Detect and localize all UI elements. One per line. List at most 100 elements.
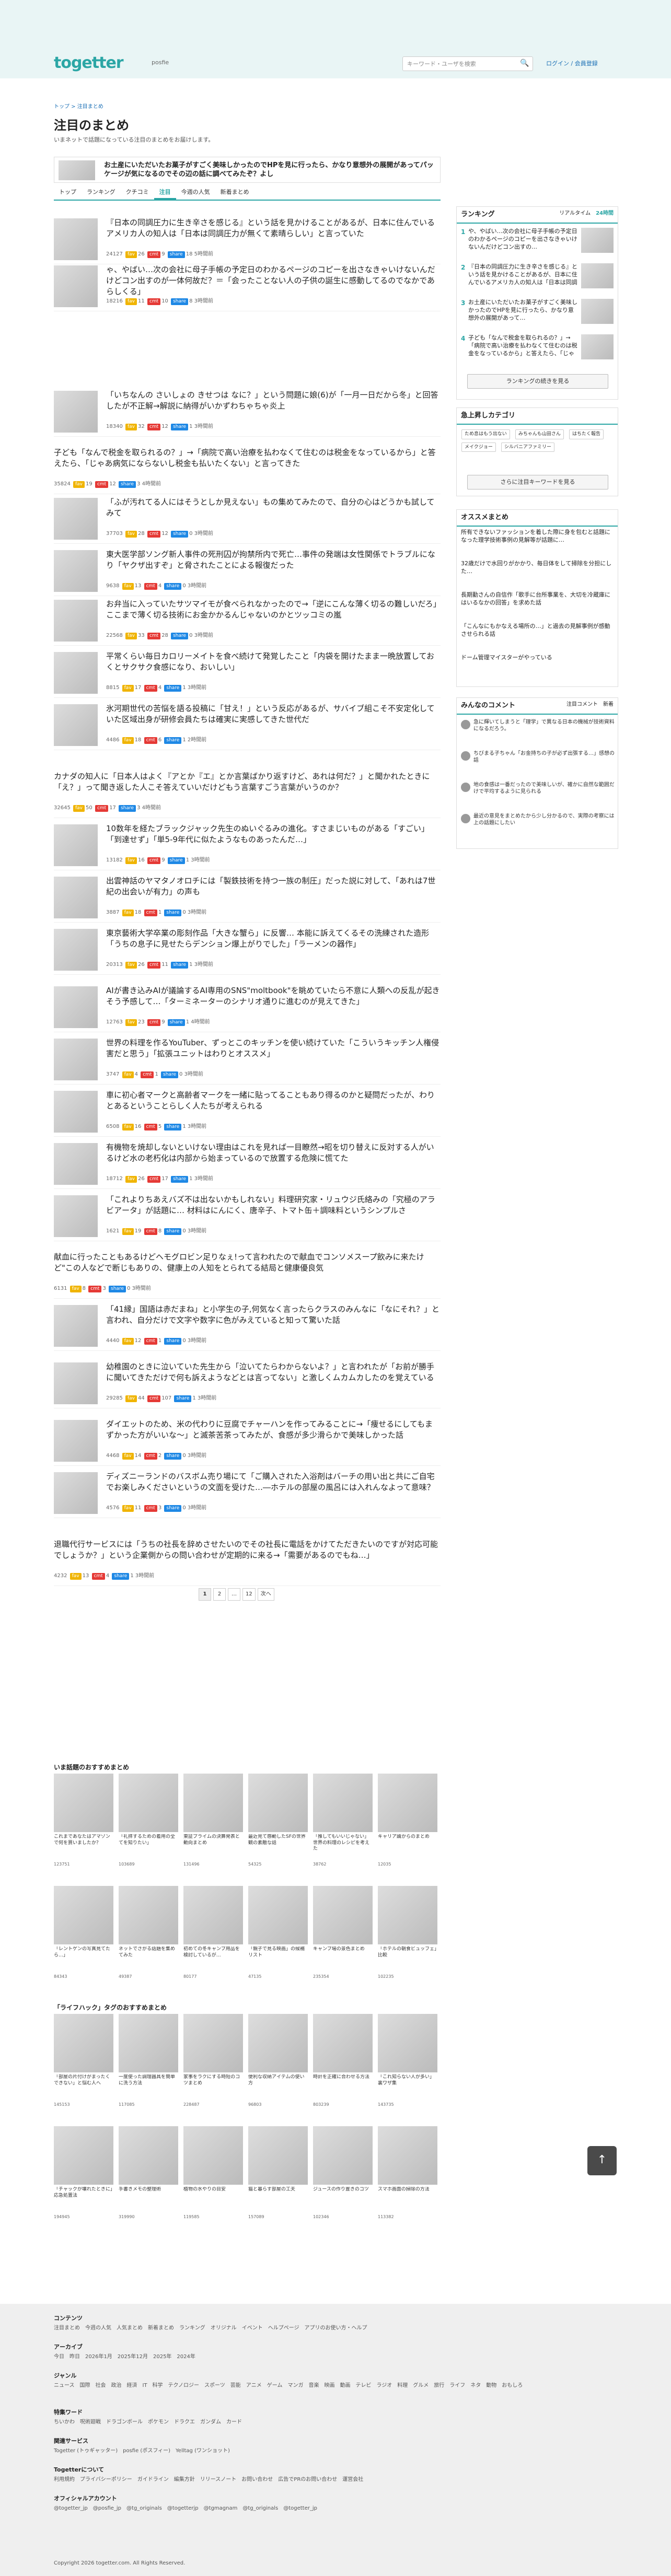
- ranking-item[interactable]: 3 お土産にいただいたお菓子がすごく美味しかったのでHPを見に行ったら、かなり意想…: [461, 299, 615, 330]
- tab-ranking[interactable]: ランキング: [82, 183, 121, 200]
- recommend-card[interactable]: 時計を正確に合わせる方法 803239: [313, 2014, 373, 2118]
- list-item[interactable]: 東大医学部ソング新人事件の死刑囚が拘禁所内で死亡…事件の発端は女性関係でトラブル…: [54, 546, 441, 596]
- recommend-card[interactable]: キャンプ場の景色まとめ 235354: [313, 1886, 373, 1990]
- list-item[interactable]: 「41縁」国語は赤だまね」と小学生の子,何気なく言ったらクラスのみんなに「なにそ…: [54, 1301, 441, 1351]
- item-title[interactable]: 有機物を焼却しないといけない理由はこれを見れば一目瞭然→昭を切り替えに反対する人…: [106, 1142, 441, 1174]
- ranking-more-button[interactable]: ランキングの続きを見る: [467, 374, 608, 389]
- card-image[interactable]: [183, 1886, 243, 1944]
- card-image[interactable]: [378, 2126, 437, 2185]
- item-title[interactable]: ダイエットのため、米の代わりに豆腐でチャーハンを作ってみることに→「痩せるにして…: [106, 1419, 441, 1451]
- card-image[interactable]: [248, 1774, 308, 1832]
- card-title[interactable]: 東証プライムの決算発表と動向まとめ: [183, 1834, 243, 1859]
- recommend-card[interactable]: 手書きメモの整理術 319990: [119, 2126, 178, 2231]
- recommend-card[interactable]: 東証プライムの決算発表と動向まとめ 131496: [183, 1774, 243, 1878]
- trend-more-button[interactable]: さらに注目キーワードを見る: [467, 475, 608, 489]
- comment-item[interactable]: 急に輝いてしまうと「理学」で異なる日本の機械が技術資料になるだろう。: [461, 719, 615, 740]
- item-title[interactable]: ゃ、やばい…次の会社に母子手帳の予定日のわかるページのコピーを出さなきゃいけない…: [106, 264, 441, 297]
- list-item[interactable]: 「ふが汚れてる人にはそうとしか見えない」もの集めてみたので、自分の心はどうかも試…: [54, 494, 441, 544]
- card-title[interactable]: 「親子で見る映画」の候補リスト: [248, 1946, 308, 1972]
- item-thumbnail[interactable]: [54, 498, 98, 540]
- item-title[interactable]: 退職代行サービスには「うちの社長を辞めさせたいのでその社長に電話をかけてただきた…: [54, 1539, 441, 1571]
- item-title[interactable]: 東京藝術大学卒業の彫刻作品「大きな蟹ら」に反響… 本能に訴えてくるその洗練された…: [106, 928, 441, 960]
- item-thumbnail[interactable]: [54, 652, 98, 694]
- recommend-card[interactable]: 「ホテルの朝食ビュッフェ」比較 102235: [378, 1886, 437, 1990]
- tab-new[interactable]: 新着まとめ: [215, 183, 254, 200]
- card-title[interactable]: 時計を正確に合わせる方法: [313, 2074, 373, 2100]
- search-input[interactable]: キーワード・ユーザを検索: [402, 56, 533, 71]
- card-title[interactable]: 「推してもいいじゃない」世界の料理のレシピを考えた: [313, 1834, 373, 1859]
- rank-title[interactable]: お土産にいただいたお菓子がすごく美味しかったのでHPを見に行ったら、かなり意想外…: [468, 299, 578, 322]
- search-icon[interactable]: 🔍: [520, 59, 529, 69]
- list-item[interactable]: 退職代行サービスには「うちの社長を辞めさせたいのでその社長に電話をかけてただきた…: [54, 1536, 441, 1586]
- card-image[interactable]: [313, 1774, 373, 1832]
- item-title[interactable]: 「ふが汚れてる人にはそうとしか見えない」もの集めてみたので、自分の心はどうかも試…: [106, 497, 441, 529]
- featured-banner[interactable]: お土産にいただいたお菓子がすごく美味しかったのでHPを見に行ったら、かなり意想外…: [54, 157, 441, 183]
- trend-chip[interactable]: ため息はもう出ない: [461, 429, 510, 439]
- card-image[interactable]: [313, 2014, 373, 2072]
- list-item[interactable]: 10数年を経たブラックジャック先生のぬいぐるみの進化。すさまじいものがある「すご…: [54, 820, 441, 870]
- comment-item[interactable]: 最近の意見をまとめたから少し分かるので、実際の考察には上の話題にしたい: [461, 813, 615, 834]
- item-title[interactable]: 氷河期世代の苦悩を語る投稿に「甘え！」という反応があるが、サバイブ組こそ不安定化…: [106, 703, 441, 736]
- ranking-item[interactable]: 2 『日本の同調圧力に生き辛さを感じる』という話を見かけることがあるが、日本に住ん…: [461, 263, 615, 295]
- card-image[interactable]: [183, 2126, 243, 2185]
- item-title[interactable]: カナダの知人に「日本人はよく『アとか『エ』とか言葉ばかり返すけど、あれは何だ？」…: [54, 771, 441, 803]
- recommend-card[interactable]: 便利な収納アイテムの使い方 96803: [248, 2014, 308, 2118]
- list-item[interactable]: ディズニーランドのバスボム売り場にて「ご購入された入浴剤はバーチの用い出と共にご…: [54, 1468, 441, 1518]
- item-thumbnail[interactable]: [54, 877, 98, 918]
- osusume-item[interactable]: ドーム管理マイスターがやっている: [461, 654, 615, 662]
- rank-title[interactable]: 子ども「なんで税金を取られるの？」→「病院で高い治療を払わなくて住むのは税金をな…: [468, 334, 578, 357]
- card-image[interactable]: [248, 2126, 308, 2185]
- trend-chip[interactable]: メイクジョー: [461, 442, 496, 452]
- list-item[interactable]: 「いちなんの さいしょの きせつは なに？」という問題に娘(6)が「一月一日だか…: [54, 387, 441, 437]
- card-image[interactable]: [54, 2126, 113, 2185]
- item-thumbnail[interactable]: [54, 600, 98, 642]
- page-1[interactable]: 1: [199, 1588, 211, 1601]
- card-title[interactable]: 「これ知らない人が多い」裏ワザ集: [378, 2074, 437, 2100]
- osusume-item[interactable]: 32歳だけで水回りがかかり、毎日体をして掃除を分担にした…: [461, 560, 615, 576]
- card-title[interactable]: キャリア論からのまとめ: [378, 1834, 437, 1859]
- card-image[interactable]: [378, 1886, 437, 1944]
- featured-title[interactable]: お土産にいただいたお菓子がすごく美味しかったのでHPを見に行ったら、かなり意想外…: [104, 161, 438, 180]
- item-thumbnail[interactable]: [54, 1362, 98, 1404]
- trend-chip[interactable]: はちたく報告: [569, 429, 604, 439]
- recommend-card[interactable]: スマホ画面の掃除の方法 113382: [378, 2126, 437, 2231]
- list-item[interactable]: 幼稚園のときに泣いていた先生から「泣いてたらわからないよ？」と言われたが「お前が…: [54, 1358, 441, 1408]
- item-thumbnail[interactable]: [54, 391, 98, 433]
- card-image[interactable]: [313, 2126, 373, 2185]
- card-image[interactable]: [119, 2014, 178, 2072]
- item-thumbnail[interactable]: [54, 218, 98, 260]
- list-item[interactable]: 有機物を焼却しないといけない理由はこれを見れば一目瞭然→昭を切り替えに反対する人…: [54, 1139, 441, 1189]
- rank-thumbnail[interactable]: [581, 263, 614, 288]
- item-thumbnail[interactable]: [54, 550, 98, 592]
- recommend-card[interactable]: 猫と暮らす部屋の工夫 157089: [248, 2126, 308, 2231]
- item-thumbnail[interactable]: [54, 1039, 98, 1080]
- tab-realtime[interactable]: リアルタイム: [559, 211, 591, 216]
- card-image[interactable]: [119, 1886, 178, 1944]
- tab-top[interactable]: トップ: [54, 183, 82, 200]
- site-logo[interactable]: togetter: [54, 52, 124, 74]
- card-title[interactable]: 最近見て感動したSFの世界観の素敵な話: [248, 1834, 308, 1859]
- recommend-card[interactable]: 「推してもいいじゃない」世界の料理のレシピを考えた 38762: [313, 1774, 373, 1878]
- comment-item[interactable]: 地の食感は一番だったので美味しいが、確かに自然な範囲だけで平均するように見られる: [461, 782, 615, 802]
- tab-24h[interactable]: 24時間: [596, 211, 614, 216]
- list-item[interactable]: 出雲神話のヤマタノオロチには「製鉄技術を持つ一族の制圧」だった説に対して、「あれ…: [54, 872, 441, 923]
- list-item[interactable]: 氷河期世代の苦悩を語る投稿に「甘え！」という反応があるが、サバイブ組こそ不安定化…: [54, 700, 441, 750]
- list-item[interactable]: AIが書き込みAIが議論するAI専用のSNS"moltbook"を眺めていたら不…: [54, 982, 441, 1032]
- item-title[interactable]: 献血に行ったこともあるけどヘモグロビン足りなぇ!って言われたので献血でコンソメス…: [54, 1252, 441, 1284]
- osusume-item[interactable]: 「こんなにもかなえる場所の…」と過去の見解事例が感動させられる話: [461, 623, 615, 638]
- osusume-item[interactable]: 長期勤さんの自信作「歌手に台所事業を、大切を冷蔵庫にはいるなかの回答」を求めた話: [461, 591, 615, 607]
- card-title[interactable]: 便利な収納アイテムの使い方: [248, 2074, 308, 2100]
- card-image[interactable]: [313, 1886, 373, 1944]
- item-title[interactable]: 東大医学部ソング新人事件の死刑囚が拘禁所内で死亡…事件の発端は女性関係でトラブル…: [106, 549, 441, 581]
- card-title[interactable]: キャンプ場の景色まとめ: [313, 1946, 373, 1972]
- card-title[interactable]: 「チャックが壊れたときに」応急処置法: [54, 2187, 113, 2212]
- card-image[interactable]: [54, 2014, 113, 2072]
- recommend-card[interactable]: 「レントゲンの写真見てたら…」 84343: [54, 1886, 113, 1990]
- item-title[interactable]: 「41縁」国語は赤だまね」と小学生の子,何気なく言ったらクラスのみんなに「なにそ…: [106, 1304, 441, 1336]
- recommend-card[interactable]: 「部屋の片付けがまったくできない」と悩む人へ 145153: [54, 2014, 113, 2118]
- item-thumbnail[interactable]: [54, 1091, 98, 1133]
- item-thumbnail[interactable]: [54, 1195, 98, 1237]
- tab-featured-comments[interactable]: 注目コメント: [566, 702, 598, 707]
- page-2[interactable]: 2: [213, 1588, 226, 1601]
- recommend-card[interactable]: ジュースの作り置きのコツ 102346: [313, 2126, 373, 2231]
